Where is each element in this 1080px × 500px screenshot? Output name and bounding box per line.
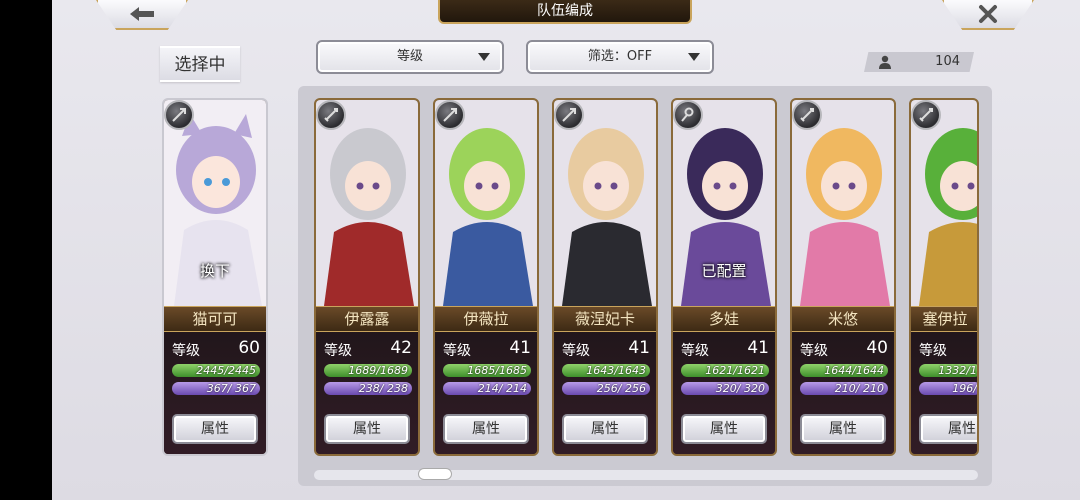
character-card[interactable]: 伊薇拉 等级 41 1685/1685 214/ 214 属性 [433,98,539,456]
sword-element-icon [792,100,822,130]
close-icon [979,5,997,23]
horizontal-scrollbar-thumb[interactable] [418,468,452,480]
level-label: 等级 [919,343,947,359]
mp-bar: 238/ 238 [324,382,412,395]
back-button[interactable] [96,0,188,30]
sword-element-icon [911,100,941,130]
character-stats: 等级 41 1643/1643 256/ 256 属性 [554,332,656,454]
level-value: 60 [238,338,260,358]
character-stats: 等级 41 1685/1685 214/ 214 属性 [435,332,537,454]
character-portrait [554,100,656,306]
character-portrait [911,100,977,306]
level-label: 等级 [681,343,709,359]
character-portrait [316,100,418,306]
close-button[interactable] [942,0,1034,30]
hp-bar: 1689/1689 [324,364,412,377]
card-overlay-text: 换下 [199,262,230,280]
mp-bar: 256/ 256 [562,382,650,395]
level-label: 等级 [324,343,352,359]
attributes-button[interactable]: 属性 [324,414,410,444]
filter-dropdown-value: 筛选：OFF [587,49,653,64]
hp-bar: 2445/2445 [172,364,260,377]
selected-character-card[interactable]: 换下 猫可可 等级 60 2445/2445 367/ 367 属性 [162,98,268,456]
sort-dropdown[interactable]: 等级 [316,40,504,74]
character-name: 米悠 [792,306,894,332]
level-value: 41 [747,338,769,358]
unit-count: 104 [935,54,960,69]
level-label: 等级 [172,343,200,359]
staff-element-icon [673,100,703,130]
attributes-button[interactable]: 属性 [800,414,886,444]
chevron-down-icon [478,53,490,61]
hp-bar: 1332/1 [919,364,977,377]
arrow-element-icon [554,100,584,130]
level-value: 40 [866,338,888,358]
mp-bar: 210/ 210 [800,382,888,395]
attributes-button[interactable]: 属性 [919,414,977,444]
character-stats: 等级 1332/1 196/ 属性 [911,332,977,454]
character-name: 猫可可 [164,306,266,332]
hp-bar: 1643/1643 [562,364,650,377]
back-arrow-icon [130,7,154,21]
character-stats: 等级 42 1689/1689 238/ 238 属性 [316,332,418,454]
hp-bar: 1621/1621 [681,364,769,377]
sword-element-icon [316,100,346,130]
level-label: 等级 [800,343,828,359]
mp-bar: 367/ 367 [172,382,260,395]
user-icon [879,55,891,69]
mp-bar: 214/ 214 [443,382,531,395]
level-value: 41 [509,338,531,358]
sort-dropdown-value: 等级 [396,49,423,64]
level-label: 等级 [443,343,471,359]
character-stats: 等级 60 2445/2445 367/ 367 属性 [164,332,266,454]
character-stats: 等级 40 1644/1644 210/ 210 属性 [792,332,894,454]
mp-bar: 196/ [919,382,977,395]
level-value: 42 [390,338,412,358]
attributes-button[interactable]: 属性 [562,414,648,444]
character-card[interactable]: 米悠 等级 40 1644/1644 210/ 210 属性 [790,98,896,456]
character-name: 塞伊拉 [911,306,977,332]
character-portrait [435,100,537,306]
attributes-button[interactable]: 属性 [681,414,767,444]
arrow-element-icon [435,100,465,130]
hp-bar: 1644/1644 [800,364,888,377]
character-card[interactable]: 塞伊拉 等级 1332/1 196/ 属性 [909,98,979,456]
filter-dropdown[interactable]: 筛选：OFF [526,40,714,74]
character-portrait [792,100,894,306]
party-formation-screen: 队伍编成 选择中 等级 筛选：OFF 104 换下 猫可可 等级 60 2445… [52,0,1080,500]
character-name: 薇涅妃卡 [554,306,656,332]
character-name: 伊露露 [316,306,418,332]
attributes-button[interactable]: 属性 [443,414,529,444]
screen-title: 队伍编成 [438,0,692,24]
card-overlay-text: 已配置 [701,262,747,280]
arrow-element-icon [164,100,194,130]
chevron-down-icon [688,53,700,61]
character-stats: 等级 41 1621/1621 320/ 320 属性 [673,332,775,454]
mp-bar: 320/ 320 [681,382,769,395]
character-name: 多娃 [673,306,775,332]
character-card[interactable]: 伊露露 等级 42 1689/1689 238/ 238 属性 [314,98,420,456]
level-value: 41 [628,338,650,358]
selection-label: 选择中 [160,46,240,82]
level-label: 等级 [562,343,590,359]
horizontal-scrollbar-track[interactable] [314,470,978,480]
attributes-button[interactable]: 属性 [172,414,258,444]
character-card[interactable]: 已配置 多娃 等级 41 1621/1621 320/ 320 属性 [671,98,777,456]
character-card[interactable]: 薇涅妃卡 等级 41 1643/1643 256/ 256 属性 [552,98,658,456]
character-name: 伊薇拉 [435,306,537,332]
unit-count-badge: 104 [864,52,974,72]
hp-bar: 1685/1685 [443,364,531,377]
